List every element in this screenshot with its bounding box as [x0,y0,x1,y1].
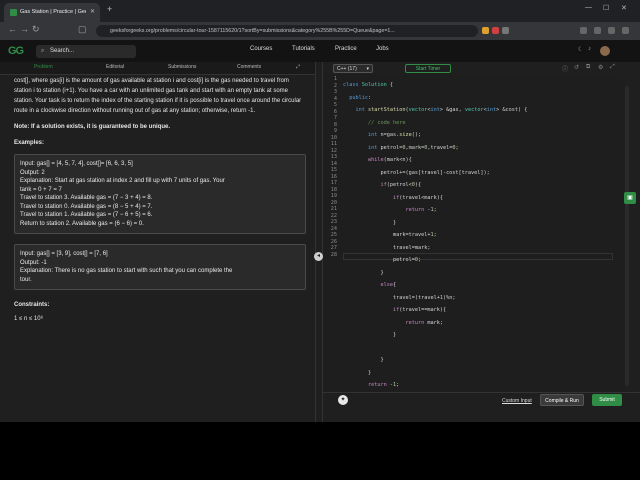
tab-editorial[interactable]: Editorial [106,64,124,70]
address-bar: ← → ↻ ▢ geeksforgeeks.org/problems/circu… [0,22,640,40]
example-line: Input: gas[] = [3, 9], cost[] = [7, 6] [20,251,108,257]
extension-icon[interactable] [482,27,489,34]
example-line: tour. [20,276,32,283]
forward-icon[interactable]: → [20,24,29,34]
downloads-icon[interactable] [608,27,615,34]
chevron-down-icon: ▾ [366,66,369,72]
example-line: Explanation: Start at gas station at ind… [20,178,225,184]
gfg-favicon-icon [10,9,17,16]
search-input[interactable]: ⌕ Search... [36,45,136,58]
new-tab-button[interactable]: + [107,4,112,14]
nav-tutorials[interactable]: Tutorials [292,46,315,52]
gfg-assistant-icon[interactable]: ▣ [624,192,636,204]
tab-submissions[interactable]: Submissions [168,64,196,70]
close-icon[interactable]: ✕ [90,3,95,22]
example-2: Input: gas[] = [3, 9], cost[] = [7, 6] O… [14,244,306,290]
code-content[interactable]: class Solution { public: int startStatio… [343,76,527,422]
gfg-logo[interactable]: GG [8,45,24,57]
minimize-icon[interactable]: — [585,4,592,11]
problem-tabs: Problem Editorial Submissions Comments ⤢ [0,62,315,75]
back-icon[interactable]: ← [8,24,17,34]
constraint: 1 ≤ n ≤ 10⁶ [14,316,44,322]
copy-icon[interactable]: ⧉ [586,64,590,71]
example-line: Input: gas[] = [4, 5, 7, 4], cost[]= [6,… [20,161,133,167]
avatar[interactable] [600,46,610,56]
line-number: 28 [330,251,337,258]
notification-icon[interactable]: ♪ [588,46,591,52]
extension-icon[interactable] [492,27,499,34]
url-field[interactable]: geeksforgeeks.org/problems/circular-tour… [96,25,478,37]
submit-button[interactable]: Submit [592,394,622,406]
example-line: Output: 2 [20,169,45,176]
examples-title: Examples: [14,140,45,146]
close-window-icon[interactable]: ✕ [621,4,627,12]
example-line: Travel to station 0. Available gas = (8 … [20,203,153,210]
example-line: tank = 0 + 7 = 7 [20,186,62,193]
problem-intro: cost[], where gas[i] is the amount of ga… [14,78,302,114]
browser-tab-title: Gas Station | Practice | GeeksforGee [20,9,86,15]
example-line: Travel to station 3. Available gas = (7 … [20,195,153,201]
constraints-title: Constraints: [14,302,50,308]
example-line: Travel to station 1. Available gas = (7 … [20,212,153,218]
sidebar-icon[interactable] [580,27,587,34]
code-editor[interactable]: 1 2 3 4 5 6 7 8 9 10 11 12 13 14 15 16 17 18 19 20 21 22 23 24 2… [323,74,623,422]
bookmark-icon[interactable]: ▢ [78,24,87,35]
example-1: Input: gas[] = [4, 5, 7, 4], cost[]= [6,… [14,154,306,234]
compile-run-button[interactable]: Compile & Run [540,394,584,406]
line-numbers: 1 2 3 4 5 6 7 8 9 10 11 12 13 14 15 16 17 18 19 20 21 22 23 24 2… [323,76,337,258]
settings-icon[interactable]: ⚙ [598,64,603,71]
problem-note: Note: If a solution exists, it is guaran… [14,124,171,130]
nav-practice[interactable]: Practice [335,46,357,52]
site-header: GG ⌕ Search... Courses Tutorials Practic… [0,40,640,63]
example-line: Output: -1 [20,259,47,266]
example-line: Explanation: There is no gas station to … [20,268,233,274]
browser-tab-strip: Gas Station | Practice | GeeksforGee ✕ +… [0,0,640,22]
search-placeholder: Search... [50,48,75,54]
nav-courses[interactable]: Courses [250,46,272,52]
letterbox-bottom [0,422,640,480]
start-timer-button[interactable]: Start Timer [405,64,451,73]
panel-splitter[interactable] [315,62,323,422]
extension-icon[interactable] [502,27,509,34]
problem-statement: cost[], where gas[i] is the amount of ga… [14,76,306,324]
tab-comments[interactable]: Comments [237,64,261,70]
workspace: Problem Editorial Submissions Comments ⤢… [0,62,640,422]
example-line: Return to station 2. Available gas = (6 … [20,220,144,227]
reset-icon[interactable]: ↺ [574,64,579,71]
language-value: C++ (17) [337,66,357,72]
browser-tab[interactable]: Gas Station | Practice | GeeksforGee ✕ [4,3,100,22]
maximize-icon[interactable]: ☐ [603,4,609,12]
expand-icon[interactable]: ⤢ [296,64,300,70]
info-icon[interactable]: ⓘ [562,64,568,73]
menu-icon[interactable] [622,27,629,34]
nav-jobs[interactable]: Jobs [376,46,389,52]
fullscreen-icon[interactable]: ⤢ [610,64,615,71]
search-icon: ⌕ [41,48,45,54]
language-select[interactable]: C++ (17) ▾ [333,64,373,73]
tab-problem[interactable]: Problem [34,64,53,70]
profile-icon[interactable] [594,27,601,34]
editor-scrollbar[interactable] [625,86,629,386]
theme-icon[interactable]: ☾ [578,46,583,53]
custom-input-link[interactable]: Custom Input [502,398,532,404]
reload-icon[interactable]: ↻ [32,24,40,35]
drag-handle-icon[interactable]: ◂ [314,252,323,261]
hint-bulb-icon[interactable]: ✦ [338,395,348,405]
